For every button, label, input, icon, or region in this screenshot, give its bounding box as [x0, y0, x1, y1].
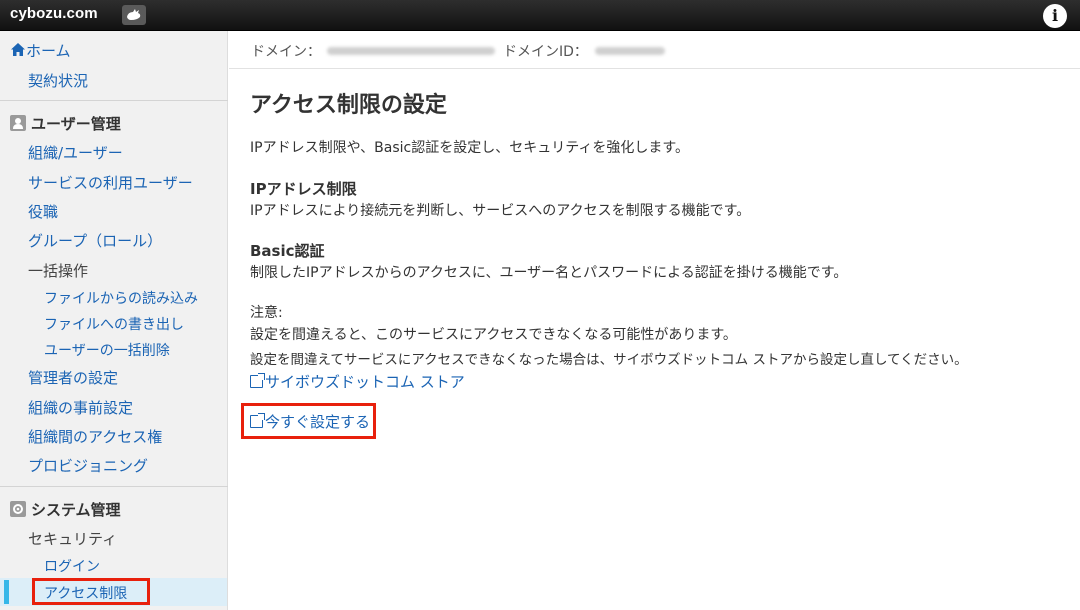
domain-id-label: ドメインID： [503, 44, 588, 60]
sidebar-item-provisioning[interactable]: プロビジョニング [28, 455, 148, 476]
basic-auth-description: 制限したIPアドレスからのアクセスに、ユーザー名とパスワードによる認証を掛ける機… [250, 265, 848, 281]
sidebar-active-indicator [4, 580, 9, 604]
sidebar-item-contract[interactable]: 契約状況 [28, 70, 88, 91]
system-management-section: システム管理 [10, 499, 121, 520]
domain-label: ドメイン： [251, 44, 321, 60]
ip-restriction-description: IPアドレスにより接続元を判断し、サービスへのアクセスを制限する機能です。 [250, 203, 751, 219]
section-label: ユーザー管理 [31, 115, 121, 133]
domain-bar: ドメイン： ドメインID： [229, 31, 1080, 69]
sidebar-divider [0, 100, 228, 101]
sidebar-item-positions[interactable]: 役職 [28, 201, 58, 222]
top-bar: cybozu.com i [0, 0, 1080, 31]
domain-id-value-redacted [595, 47, 665, 55]
domain-value-redacted [327, 47, 495, 55]
sidebar-item-org-presets[interactable]: 組織の事前設定 [28, 397, 133, 418]
sidebar-item-bulk-export[interactable]: ファイルへの書き出し [44, 314, 184, 334]
note-line-2: 設定を間違えてサービスにアクセスできなくなった場合は、サイボウズドットコム スト… [250, 352, 968, 368]
info-icon[interactable]: i [1043, 4, 1067, 28]
sidebar-item-admin-settings[interactable]: 管理者の設定 [28, 367, 118, 388]
page-title: アクセス制限の設定 [250, 93, 447, 118]
brand-logo[interactable]: cybozu.com [10, 5, 98, 22]
sidebar-item-label: ホーム [26, 42, 71, 60]
home-icon [11, 43, 25, 56]
intro-text: IPアドレス制限や、Basic認証を設定し、セキュリティを強化します。 [250, 140, 689, 156]
store-link[interactable]: サイボウズドットコム ストア [250, 371, 465, 392]
bird-logo-icon[interactable] [122, 5, 146, 25]
note-line-1: 設定を間違えると、このサービスにアクセスできなくなる可能性があります。 [250, 327, 737, 343]
sidebar-item-login[interactable]: ログイン [44, 556, 100, 576]
sidebar-item-bulk-delete[interactable]: ユーザーの一括削除 [44, 340, 170, 360]
section-label: システム管理 [31, 501, 121, 519]
user-icon [10, 115, 26, 131]
sidebar-item-bulk-import[interactable]: ファイルからの読み込み [44, 288, 198, 308]
sidebar-item-home[interactable]: ホーム [10, 40, 71, 61]
user-management-section: ユーザー管理 [10, 113, 121, 134]
note-label: 注意: [250, 305, 283, 321]
sidebar-divider [0, 486, 228, 487]
ip-restriction-heading: IPアドレス制限 [250, 180, 357, 198]
gear-icon [10, 501, 26, 517]
basic-auth-heading: Basic認証 [250, 242, 325, 260]
store-link-label: サイボウズドットコム ストア [265, 373, 465, 391]
highlight-box [32, 578, 150, 605]
sidebar-item-org-users[interactable]: 組織/ユーザー [28, 142, 123, 163]
sidebar-item-groups[interactable]: グループ（ロール） [28, 230, 162, 251]
sidebar-item-security: セキュリティ [28, 530, 118, 548]
external-link-icon [250, 373, 265, 388]
highlight-box [241, 403, 376, 439]
sidebar-item-org-access[interactable]: 組織間のアクセス権 [28, 426, 162, 447]
sidebar-item-service-users[interactable]: サービスの利用ユーザー [28, 172, 193, 193]
sidebar-item-bulk: 一括操作 [28, 262, 89, 280]
